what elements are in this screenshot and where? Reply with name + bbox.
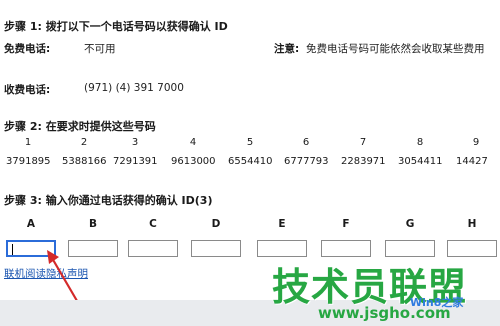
- confirmation-input-d[interactable]: [191, 240, 241, 257]
- column-label-c: C: [149, 218, 157, 230]
- confirmation-input-e[interactable]: [257, 240, 307, 257]
- column-label-h: H: [467, 218, 477, 230]
- group-code: 3054411: [398, 156, 443, 167]
- step2-title: 步骤 2: 在要求时提供这些号码: [4, 120, 156, 133]
- group-code: 6777793: [284, 156, 329, 167]
- group-index: 3: [131, 137, 139, 148]
- step3-title: 步骤 3: 输入你通过电话获得的确认 ID(3): [4, 194, 213, 207]
- column-label-b: B: [88, 218, 97, 230]
- group-index: 6: [302, 137, 310, 148]
- group-code: 3791895: [6, 156, 51, 167]
- note-text: 免费电话号码可能依然会收取某些费用: [306, 43, 485, 55]
- confirmation-input-c[interactable]: [128, 240, 178, 257]
- group-index: 9: [472, 137, 480, 148]
- group-index: 1: [24, 137, 32, 148]
- group-index: 7: [359, 137, 367, 148]
- group-code: 7291391: [113, 156, 158, 167]
- group-index: 2: [80, 137, 88, 148]
- text-caret: [12, 244, 13, 255]
- column-label-f: F: [342, 218, 350, 230]
- step1-title: 步骤 1: 拨打以下一个电话号码以获得确认 ID: [4, 20, 228, 33]
- group-index: 8: [416, 137, 424, 148]
- confirmation-input-f[interactable]: [321, 240, 371, 257]
- confirmation-input-value: [129, 248, 133, 259]
- note-label: 注意:: [274, 43, 300, 55]
- column-label-g: G: [405, 218, 415, 230]
- confirmation-input-value: [192, 248, 196, 259]
- confirmation-input-value: [258, 248, 262, 259]
- free-phone-value: 不可用: [84, 43, 116, 55]
- confirmation-input-g[interactable]: [385, 240, 435, 257]
- group-code: 6554410: [228, 156, 273, 167]
- paid-phone-label: 收费电话:: [4, 84, 51, 96]
- paid-phone-value: (971) (4) 391 7000: [84, 82, 184, 94]
- watermark-url: www.jsgho.com: [318, 304, 451, 322]
- column-label-d: D: [211, 218, 221, 230]
- group-code: 2283971: [341, 156, 386, 167]
- column-label-a: A: [26, 218, 36, 230]
- group-code: 5388166: [62, 156, 107, 167]
- group-index: 4: [189, 137, 197, 148]
- confirmation-input-h[interactable]: [447, 240, 497, 257]
- group-index: 5: [246, 137, 254, 148]
- group-code: 14427: [456, 156, 488, 167]
- group-code: 9613000: [171, 156, 216, 167]
- column-label-e: E: [278, 218, 286, 230]
- free-phone-label: 免费电话:: [4, 43, 51, 55]
